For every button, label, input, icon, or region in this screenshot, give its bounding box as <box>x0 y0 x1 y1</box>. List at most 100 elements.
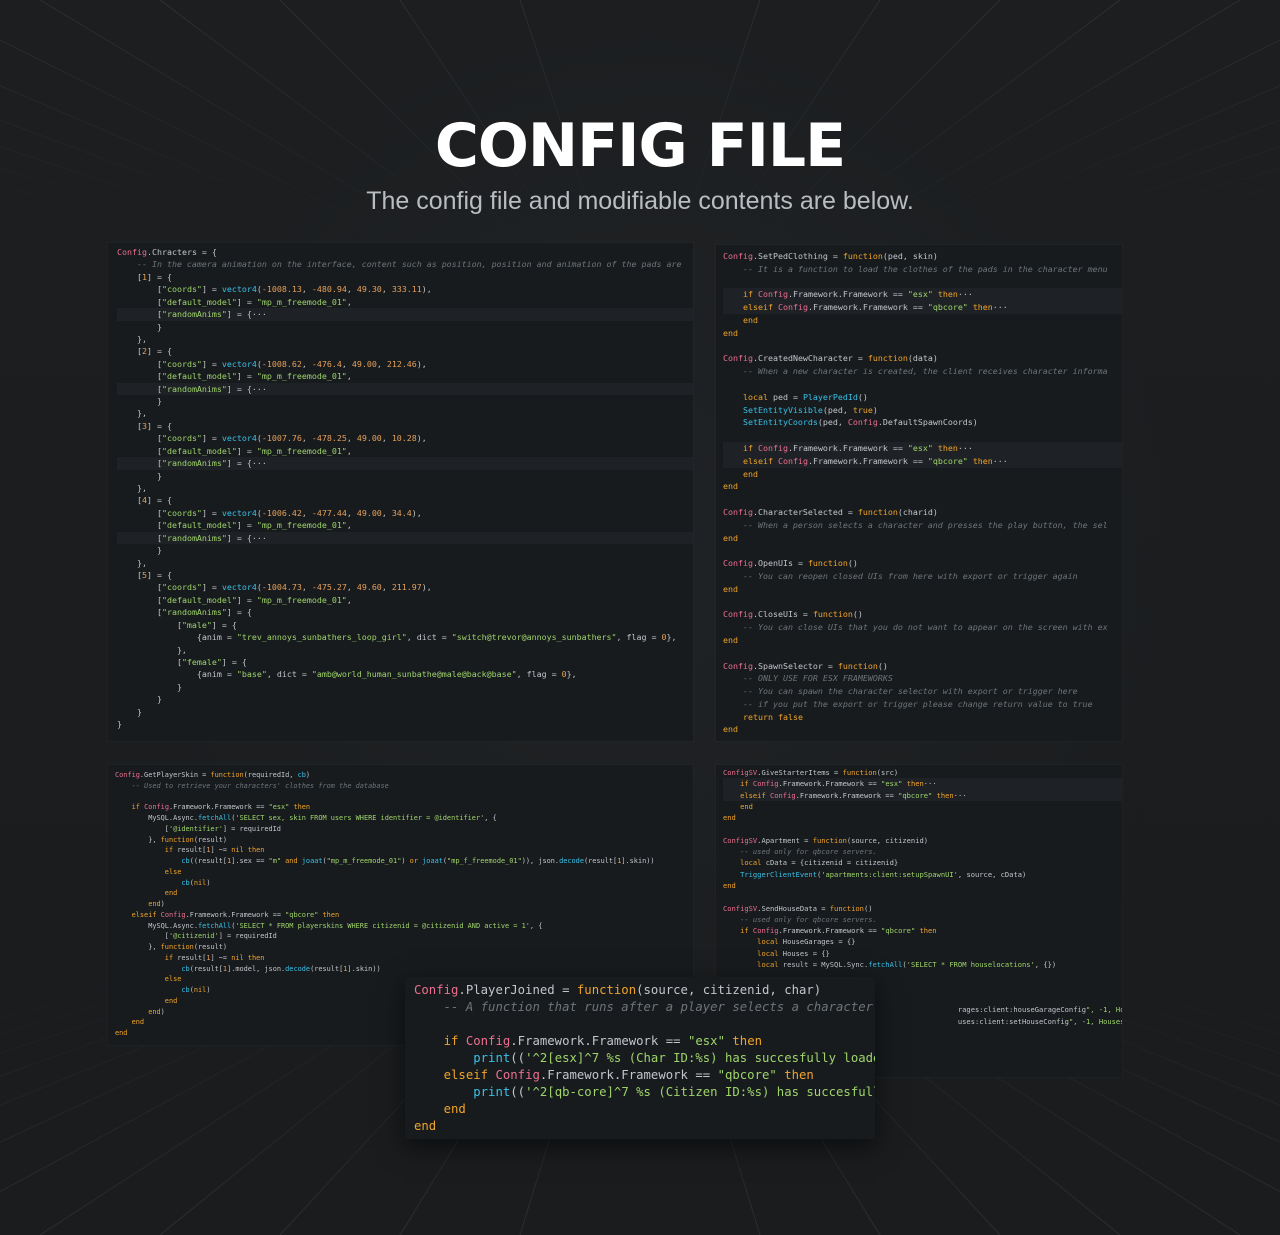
code-line: end <box>723 724 738 735</box>
code-line: ["coords"] = vector4(-1006.42, -477.44, … <box>117 507 422 518</box>
code-line: local cData = {citizenid = citizenid} <box>740 858 899 868</box>
code-line: }, <box>117 644 187 655</box>
code-line: if Config.Framework.Framework == "qbcore… <box>740 926 937 936</box>
code-line: [1] = { <box>117 271 172 282</box>
code-line: -- used only for qbcore servers. <box>740 914 877 924</box>
code-line: SetEntityCoords(ped, Config.DefaultSpawn… <box>742 417 978 428</box>
code-line: -- ONLY USE FOR ESX FRAMEWORKS <box>742 673 893 684</box>
code-line: [2] = { <box>117 346 172 357</box>
code-line: -- When a person selects a character and… <box>742 519 1108 530</box>
code-line: -- A function that runs after a player s… <box>443 1000 875 1014</box>
code-block: Config.PlayerJoined = function(source, c… <box>405 977 875 1135</box>
code-line: end <box>723 583 738 594</box>
code-line: end <box>742 468 758 479</box>
code-line: }, function(result) <box>115 835 228 844</box>
code-line: elseif Config.Framework.Framework == "qb… <box>131 910 340 919</box>
code-line: }, <box>117 557 147 568</box>
code-line: local Houses = {} <box>757 948 830 958</box>
code-line: if Config.Framework.Framework == "esx" t… <box>723 778 1122 790</box>
code-line: ["coords"] = vector4(-1008.13, -480.94, … <box>117 284 432 295</box>
code-line: ["coords"] = vector4(-1004.73, -475.27, … <box>117 582 432 593</box>
code-line: ["default_model"] = "mp_m_freemode_01", <box>117 371 352 382</box>
code-line: ["default_model"] = "mp_m_freemode_01", <box>117 296 352 307</box>
code-line: -- You can reopen closed UIs from here w… <box>742 570 1078 581</box>
code-line: cb(nil) <box>181 878 211 887</box>
code-line: } <box>117 706 142 717</box>
code-line: local HouseGarages = {} <box>757 937 856 947</box>
code-block: Config.SetPedClothing = function(ped, sk… <box>716 245 1122 736</box>
code-line: elseif Config.Framework.Framework == "qb… <box>723 789 1122 801</box>
code-line: local result = MySQL.Sync.fetchAll('SELE… <box>757 960 1057 970</box>
code-line: -- When a new character is created, the … <box>742 366 1108 377</box>
code-line: print(('^2[esx]^7 %s (Char ID:%s) has su… <box>473 1051 875 1065</box>
code-line: ['@identifier'] = requiredId <box>115 824 281 833</box>
code-line: end <box>723 813 736 823</box>
code-line: end) <box>148 900 165 908</box>
code-line: SetEntityVisible(ped, true) <box>742 404 878 415</box>
code-panel-characters: Config.Chracters = { -- In the camera an… <box>108 243 693 741</box>
code-line: local ped = PlayerPedId() <box>742 391 868 402</box>
code-line: ["male"] = { <box>117 619 237 630</box>
code-line: {anim = "base", dict = "amb@world_human_… <box>117 669 577 680</box>
code-line: cb(result[1].model, json.decode(result[1… <box>181 964 381 973</box>
code-line: ["randomAnims"] = {··· <box>117 382 693 396</box>
page-subtitle: The config file and modifiable contents … <box>366 187 914 215</box>
code-line: ConfigSV.Apartment = function(source, ci… <box>723 835 929 845</box>
code-line: end <box>723 532 738 543</box>
code-line: ConfigSV.GiveStarterItems = function(src… <box>723 768 899 777</box>
code-line: -- if you put the export or trigger plea… <box>742 698 1093 709</box>
code-line: MySQL.Async.fetchAll('SELECT * FROM play… <box>115 921 543 930</box>
code-line: }, function(result) <box>115 943 228 951</box>
page-title: CONFIG FILE <box>434 111 846 181</box>
page-header: CONFIG FILE The config file and modifiab… <box>0 108 1280 218</box>
code-line: Config.GetPlayerSkin = function(required… <box>115 771 311 779</box>
code-line: } <box>117 470 162 481</box>
code-line: TriggerClientEvent('apartments:client:se… <box>740 869 1027 879</box>
code-line: }, <box>117 408 147 419</box>
code-line: ConfigSV.SendHouseData = function() <box>723 903 873 913</box>
code-line: {anim = "trev_annoys_sunbathers_loop_gir… <box>117 632 677 643</box>
code-line: if result[1] ~= nil then <box>164 846 265 855</box>
code-line: ["female"] = { <box>117 656 247 667</box>
code-line: [4] = { <box>117 495 172 506</box>
code-line: ["randomAnims"] = {··· <box>117 531 693 545</box>
code-line: ['@citizenid'] = requiredId <box>115 932 277 941</box>
code-line: }, <box>117 483 147 494</box>
code-line: if Config.Framework.Framework == "esx" t… <box>723 441 1122 455</box>
code-line: if Config.Framework.Framework == "esx" t… <box>131 803 311 812</box>
code-line: Config.SetPedClothing = function(ped, sk… <box>723 251 938 261</box>
code-line: ["coords"] = vector4(-1008.62, -476.4, 4… <box>117 358 427 369</box>
code-line: } <box>117 694 162 705</box>
code-line: Config.Chracters = { <box>117 247 217 257</box>
code-line: Config.CreatedNewCharacter = function(da… <box>723 353 938 364</box>
code-line: } <box>117 545 162 556</box>
code-line: end <box>443 1102 466 1116</box>
code-line: } <box>117 681 182 692</box>
code-line: }, <box>117 333 147 344</box>
code-line: Config.SpawnSelector = function() <box>723 660 888 671</box>
code-line: if result[1] ~= nil then <box>164 953 265 962</box>
code-line: end <box>723 481 738 492</box>
code-line: end <box>742 314 758 325</box>
code-line: if Config.Framework.Framework == "esx" t… <box>723 288 1122 302</box>
code-line: end <box>723 327 738 338</box>
code-line: } <box>117 321 162 332</box>
code-line: Config.PlayerJoined = function(source, c… <box>414 983 822 997</box>
code-line: [3] = { <box>117 420 172 431</box>
code-line: } <box>117 719 122 730</box>
code-line: ["randomAnims"] = { <box>117 607 252 618</box>
code-line: ["coords"] = vector4(-1007.76, -478.25, … <box>117 433 427 444</box>
code-line: -- used only for qbcore servers. <box>740 847 877 857</box>
code-line: if Config.Framework.Framework == "esx" t… <box>443 1034 763 1048</box>
code-line: elseif Config.Framework.Framework == "qb… <box>723 301 1122 314</box>
code-line: end <box>723 634 738 645</box>
code-line: MySQL.Async.fetchAll('SELECT sex, skin F… <box>115 814 497 822</box>
